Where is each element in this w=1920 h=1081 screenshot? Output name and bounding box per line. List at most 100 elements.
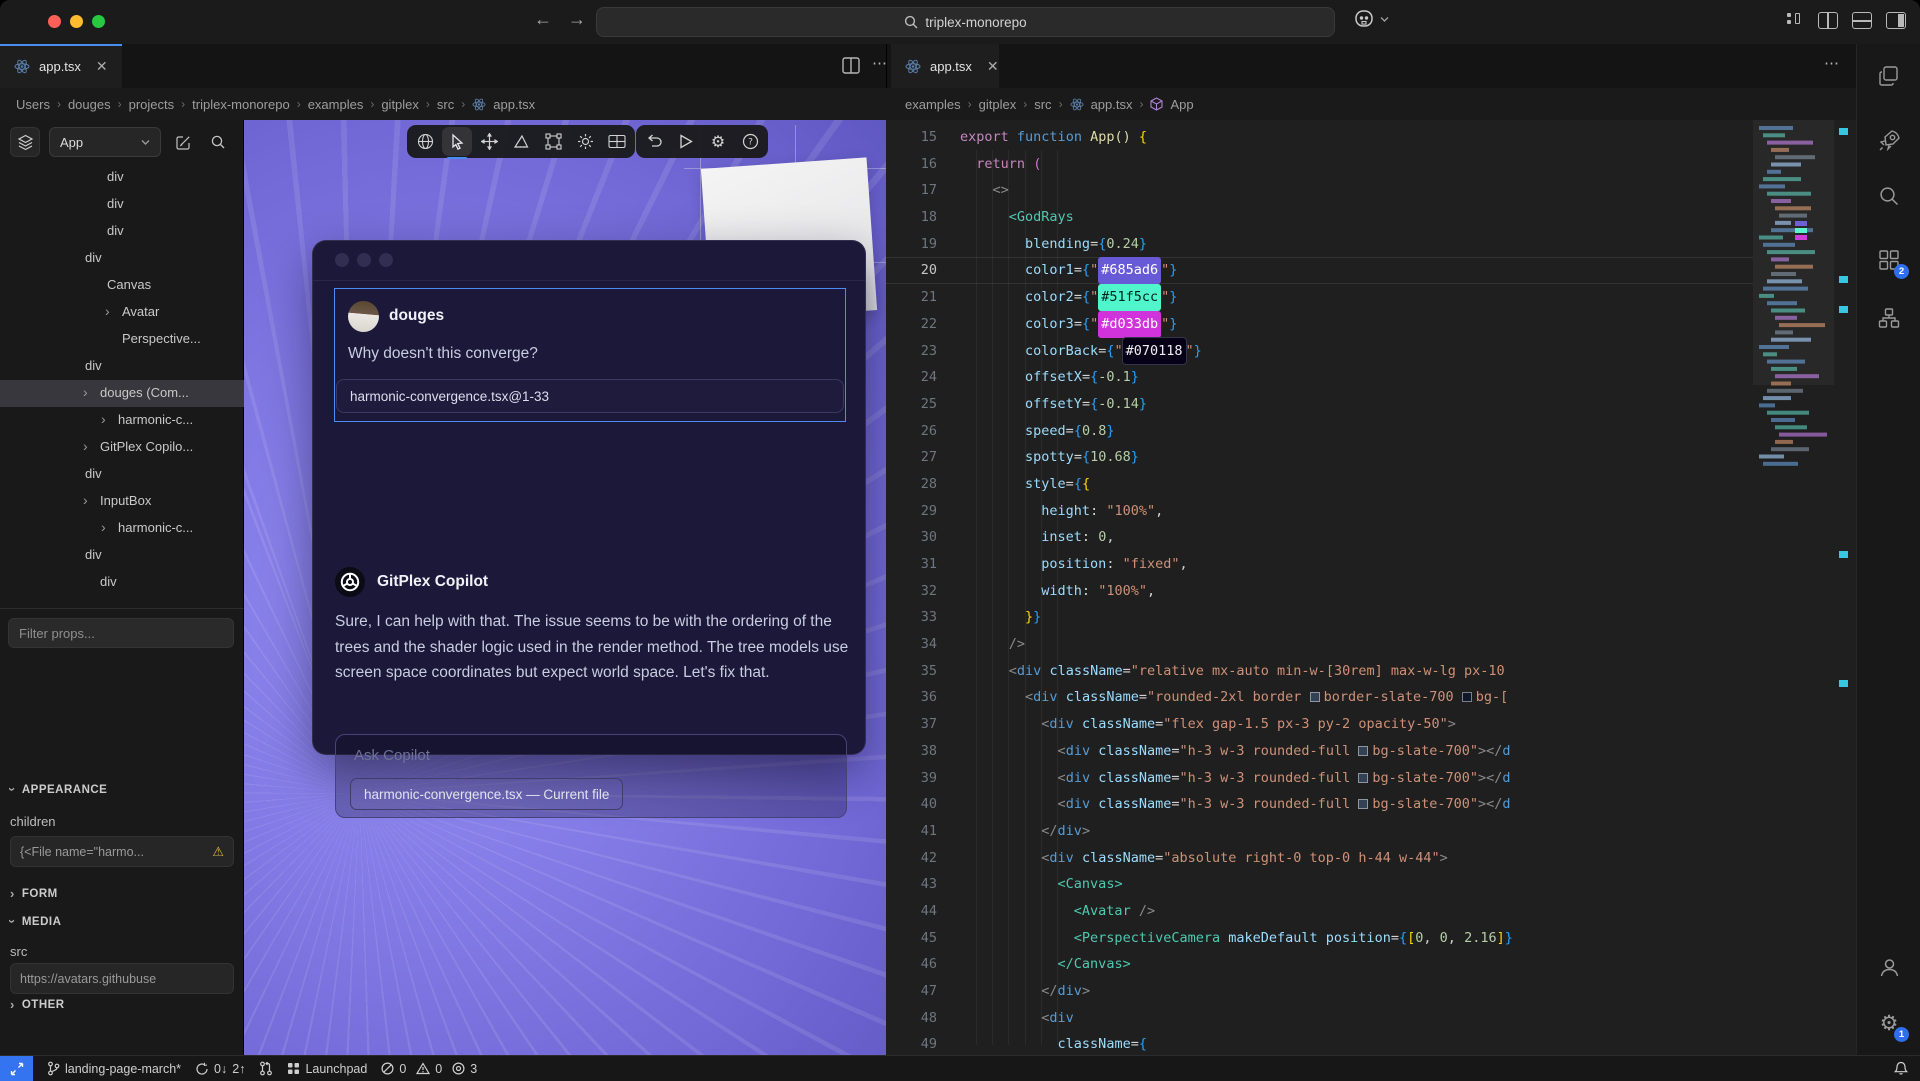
code-line[interactable]: 44 <Avatar />: [886, 898, 1753, 925]
section-appearance[interactable]: › APPEARANCE: [10, 782, 107, 797]
code-line[interactable]: 17 <>: [886, 177, 1753, 204]
tree-item[interactable]: div: [0, 542, 244, 569]
code-line[interactable]: 34 />: [886, 631, 1753, 658]
git-branch-status[interactable]: landing-page-march*: [47, 1061, 181, 1076]
split-bottom-panel-icon[interactable]: [1852, 12, 1872, 29]
current-file-chip[interactable]: harmonic-convergence.tsx — Current file: [350, 778, 623, 810]
tree-item[interactable]: div: [0, 353, 244, 380]
extensions-panel-icon[interactable]: 2: [1875, 246, 1903, 274]
tree-item[interactable]: div: [0, 245, 244, 272]
tree-item[interactable]: Perspective...: [0, 326, 244, 353]
tree-item[interactable]: ›douges (Com...: [0, 380, 244, 407]
split-right-panel-icon[interactable]: [1886, 12, 1906, 29]
forward-button[interactable]: →: [568, 9, 586, 30]
code-line[interactable]: 47 </div>: [886, 978, 1753, 1005]
code-line[interactable]: 40 <div className="h-3 w-3 rounded-full …: [886, 791, 1753, 818]
minimap[interactable]: [1753, 120, 1834, 1055]
code-line[interactable]: 37 <div className="flex gap-1.5 px-3 py-…: [886, 711, 1753, 738]
code-line[interactable]: 21 color2={"#51f5cc"}: [886, 284, 1753, 311]
help-icon[interactable]: ?: [735, 127, 765, 156]
code-line[interactable]: 49 className={: [886, 1031, 1753, 1055]
scale-tool-button[interactable]: [538, 127, 568, 156]
code-line[interactable]: 38 <div className="h-3 w-3 rounded-full …: [886, 738, 1753, 765]
close-tab-icon[interactable]: ✕: [96, 58, 108, 75]
children-value-input[interactable]: {<File name="harmo... ⚠: [10, 836, 234, 867]
edit-component-icon[interactable]: [170, 129, 196, 155]
tree-item[interactable]: Canvas: [0, 272, 244, 299]
code-line[interactable]: 15export function App() {: [886, 124, 1753, 151]
tab-app-tsx-right[interactable]: app.tsx ✕: [891, 44, 999, 88]
translate-tool-button[interactable]: [474, 127, 504, 156]
code-line[interactable]: 20 color1={"#685ad6"}: [886, 257, 1753, 284]
chevron-right-icon[interactable]: ›: [83, 438, 88, 454]
code-line[interactable]: 19 blending={0.24}: [886, 231, 1753, 258]
breadcrumb-right[interactable]: examples› gitplex› src› app.tsx› App: [905, 88, 1194, 120]
more-actions-icon-right[interactable]: ⋯: [1824, 54, 1840, 72]
code-line[interactable]: 28 style={{: [886, 471, 1753, 498]
chevron-right-icon[interactable]: ›: [105, 303, 110, 319]
sync-status[interactable]: 0↓ 2↑: [195, 1062, 245, 1076]
code-line[interactable]: 16 return (: [886, 151, 1753, 178]
world-space-button[interactable]: [410, 127, 440, 156]
close-tab-icon[interactable]: ✕: [987, 58, 999, 75]
code-line[interactable]: 36 <div className="rounded-2xl border bo…: [886, 684, 1753, 711]
layout-grid-icon[interactable]: [1786, 12, 1804, 29]
component-selector[interactable]: App: [49, 127, 161, 157]
code-line[interactable]: 43 <Canvas>: [886, 871, 1753, 898]
account-icon[interactable]: [1875, 953, 1903, 981]
select-tool-button[interactable]: [442, 127, 472, 156]
launch-rocket-icon[interactable]: [1875, 126, 1903, 154]
tree-item[interactable]: div: [0, 461, 244, 488]
bell-icon[interactable]: [1894, 1061, 1908, 1076]
split-editor-icon[interactable]: [842, 57, 860, 74]
tree-item[interactable]: div: [0, 218, 244, 245]
scene-viewport[interactable]: ⚙ ? douges Why doesn't this converge? ha…: [244, 120, 886, 1055]
code-line[interactable]: 45 <PerspectiveCamera makeDefault positi…: [886, 925, 1753, 952]
section-form[interactable]: › FORM: [10, 886, 58, 901]
code-line[interactable]: 18 <GodRays: [886, 204, 1753, 231]
search-panel-icon[interactable]: [1875, 182, 1903, 210]
code-line[interactable]: 48 <div: [886, 1005, 1753, 1032]
chevron-right-icon[interactable]: ›: [83, 492, 88, 508]
file-reference-chip[interactable]: harmonic-convergence.tsx@1-33: [336, 379, 844, 413]
code-line[interactable]: 27 spotty={10.68}: [886, 444, 1753, 471]
code-line[interactable]: 31 position: "fixed",: [886, 551, 1753, 578]
tree-item[interactable]: div: [0, 191, 244, 218]
code-line[interactable]: 23 colorBack={"#070118"}: [886, 338, 1753, 365]
code-line[interactable]: 29 height: "100%",: [886, 498, 1753, 525]
tree-item[interactable]: ›InputBox: [0, 488, 244, 515]
code-line[interactable]: 22 color3={"#d033db"}: [886, 311, 1753, 338]
lighting-button[interactable]: [570, 127, 600, 156]
tree-item[interactable]: div: [0, 569, 244, 596]
ask-copilot-input[interactable]: Ask Copilot harmonic-convergence.tsx — C…: [335, 734, 847, 818]
code-lines[interactable]: 15export function App() {16 return (17 <…: [886, 124, 1753, 1055]
code-line[interactable]: 32 width: "100%",: [886, 578, 1753, 605]
code-line[interactable]: 39 <div className="h-3 w-3 rounded-full …: [886, 765, 1753, 792]
remote-indicator[interactable]: [0, 1056, 33, 1081]
code-line[interactable]: 25 offsetY={-0.14}: [886, 391, 1753, 418]
filter-props-input[interactable]: Filter props...: [8, 618, 234, 648]
tree-item[interactable]: ›harmonic-c...: [0, 407, 244, 434]
breadcrumb-left[interactable]: Users› douges› projects› triplex-monorep…: [16, 88, 535, 120]
hierarchy-panel-icon[interactable]: [1875, 304, 1903, 332]
section-other[interactable]: › OTHER: [10, 997, 65, 1012]
assistant-menu[interactable]: [1352, 8, 1389, 30]
chevron-right-icon[interactable]: ›: [101, 411, 106, 427]
tree-item[interactable]: ›GitPlex Copilo...: [0, 434, 244, 461]
section-media[interactable]: › MEDIA: [10, 914, 61, 929]
tab-app-tsx-left[interactable]: app.tsx ✕: [0, 44, 122, 88]
tree-item[interactable]: ›harmonic-c...: [0, 515, 244, 542]
src-value-input[interactable]: https://avatars.githubuse: [10, 963, 234, 994]
tree-item[interactable]: div: [0, 164, 244, 191]
pull-request-status[interactable]: [259, 1061, 273, 1076]
code-line[interactable]: 26 speed={0.8}: [886, 418, 1753, 445]
settings-gear-icon[interactable]: ⚙: [703, 127, 733, 156]
close-window-button[interactable]: [48, 15, 61, 28]
minimize-window-button[interactable]: [70, 15, 83, 28]
code-line[interactable]: 41 </div>: [886, 818, 1753, 845]
launchpad-status[interactable]: Launchpad: [287, 1062, 367, 1076]
rotate-tool-button[interactable]: [506, 127, 536, 156]
code-editor[interactable]: 15export function App() {16 return (17 <…: [886, 120, 1856, 1055]
tree-item[interactable]: ›Avatar: [0, 299, 244, 326]
code-line[interactable]: 35 <div className="relative mx-auto min-…: [886, 658, 1753, 685]
